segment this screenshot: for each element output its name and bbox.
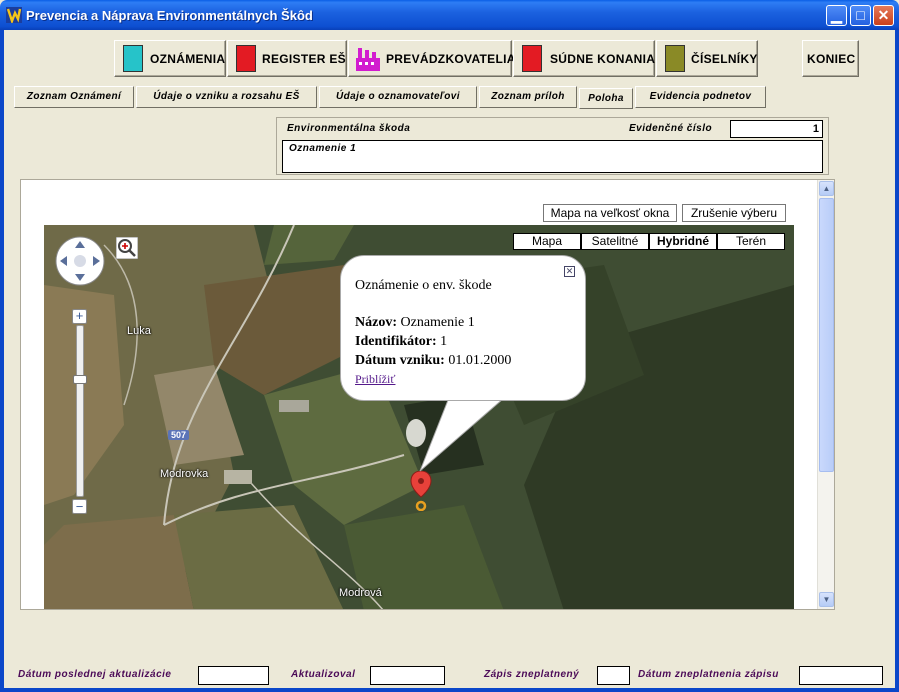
tab-poloha[interactable]: Poloha: [579, 88, 633, 109]
pan-control-icon[interactable]: [54, 235, 106, 287]
map-type-hybridne[interactable]: Hybridné: [649, 233, 717, 250]
document-icon: [123, 45, 143, 72]
scroll-thumb[interactable]: [819, 198, 834, 472]
minimize-button[interactable]: ▁: [826, 5, 847, 26]
window-frame-left: [0, 30, 4, 692]
factory-icon: [356, 48, 380, 71]
ciselniky-button[interactable]: ČÍSELNÍKY: [656, 40, 758, 77]
zoom-in-link[interactable]: Priblížiť: [355, 372, 395, 387]
oznamenia-label: OZNÁMENIA: [150, 52, 226, 66]
last-update-label: Dátum poslednej aktualizácie: [18, 669, 172, 680]
catalog-book-icon: [665, 45, 685, 72]
map-view[interactable]: Mapa Satelitné Hybridné Terén Luka Modro…: [44, 225, 794, 609]
scroll-up-arrow-icon[interactable]: ▲: [819, 181, 834, 196]
popup-id-label: Identifikátor:: [355, 334, 437, 349]
zoom-box-icon[interactable]: [116, 237, 138, 259]
place-label-modrovka: Modrovka: [160, 468, 209, 480]
evid-label: Evidenčné číslo: [629, 123, 713, 134]
tab-zoznam-oznameni[interactable]: Zoznam Oznámení: [14, 86, 134, 108]
zoom-out-icon[interactable]: −: [72, 499, 87, 514]
prevadzkovatelia-label: PREVÁDZKOVATELIA: [386, 52, 516, 66]
popup-date-label: Dátum vzniku:: [355, 353, 445, 368]
popup-name-value: Oznamenie 1: [400, 315, 475, 330]
koniec-label: KONIEC: [807, 52, 856, 66]
koniec-button[interactable]: KONIEC: [802, 40, 859, 77]
popup-date-value: 01.01.2000: [448, 353, 512, 368]
invalid-date-label: Dátum zneplatnenia zápisu: [638, 669, 779, 680]
location-marker-icon[interactable]: [410, 471, 432, 511]
close-button[interactable]: ✕: [873, 5, 894, 26]
oznamenia-button[interactable]: OZNÁMENIA: [114, 40, 226, 77]
zoom-slider-track[interactable]: [76, 325, 84, 497]
maximize-button[interactable]: □: [850, 5, 871, 26]
zoom-in-icon[interactable]: +: [72, 309, 87, 324]
scroll-down-arrow-icon[interactable]: ▼: [819, 592, 834, 607]
register-button[interactable]: REGISTER EŠ: [227, 40, 347, 77]
tab-udaje-oznamovatel[interactable]: Údaje o oznamovateľovi: [319, 86, 477, 108]
updated-by-label: Aktualizoval: [291, 669, 356, 680]
clear-selection-button[interactable]: Zrušenie výberu: [682, 204, 786, 222]
window-frame-right: [895, 30, 899, 692]
road-shield: 507: [168, 430, 190, 440]
zoom-slider-handle[interactable]: [73, 375, 87, 384]
app-icon: [6, 7, 22, 23]
close-popup-icon[interactable]: ✕: [564, 266, 575, 277]
invalid-field[interactable]: [597, 666, 630, 685]
title-bar[interactable]: Prevencia a Náprava Environmentálnych Šk…: [0, 0, 899, 30]
env-label: Environmentálna škoda: [287, 123, 411, 134]
invalid-label: Zápis zneplatnený: [484, 669, 580, 680]
popup-name-label: Názov:: [355, 315, 397, 330]
window-frame-bottom: [0, 688, 899, 692]
maximize-icon: □: [856, 7, 865, 23]
popup-title: Oznámenie o env. škode: [355, 278, 492, 293]
sudne-konania-label: SÚDNE KONANIA: [550, 52, 656, 66]
updated-by-field[interactable]: [370, 666, 445, 685]
map-type-teren[interactable]: Terén: [717, 233, 785, 250]
tab-udaje-vzniku[interactable]: Údaje o vzniku a rozsahu EŠ: [136, 86, 317, 108]
map-panel: Mapa na veľkosť okna Zrušenie výberu Map…: [20, 179, 835, 610]
tab-zoznam-priloh[interactable]: Zoznam príloh: [479, 86, 577, 108]
map-type-satelitne[interactable]: Satelitné: [581, 233, 649, 250]
tab-evidencia[interactable]: Evidencia podnetov: [635, 86, 766, 108]
record-header: Environmentálna škoda Evidenčné číslo 1 …: [276, 117, 829, 175]
window-title: Prevencia a Náprava Environmentálnych Šk…: [26, 8, 313, 23]
register-book-icon: [236, 45, 256, 72]
prevadzkovatelia-button[interactable]: PREVÁDZKOVATELIA: [348, 40, 515, 77]
info-popup: ✕ Oznámenie o env. škode Názov: Oznameni…: [340, 255, 586, 401]
popup-id-value: 1: [440, 334, 448, 349]
court-book-icon: [522, 45, 542, 72]
minimize-icon: ▁: [831, 7, 842, 23]
register-label: REGISTER EŠ: [262, 52, 346, 66]
place-label-modrova: Modrová: [339, 587, 382, 599]
sudne-konania-button[interactable]: SÚDNE KONANIA: [513, 40, 655, 77]
invalid-date-field[interactable]: [799, 666, 883, 685]
last-update-field[interactable]: [198, 666, 269, 685]
map-type-mapa[interactable]: Mapa: [513, 233, 581, 250]
evid-number-field[interactable]: 1: [730, 120, 823, 138]
map-scrollbar[interactable]: ▲ ▼: [817, 180, 834, 609]
ciselniky-label: ČÍSELNÍKY: [691, 52, 758, 66]
place-label-luka: Luka: [127, 325, 151, 337]
fullsize-map-button[interactable]: Mapa na veľkosť okna: [543, 204, 677, 222]
name-field[interactable]: Oznamenie 1: [282, 140, 823, 173]
close-icon: ✕: [877, 7, 890, 23]
